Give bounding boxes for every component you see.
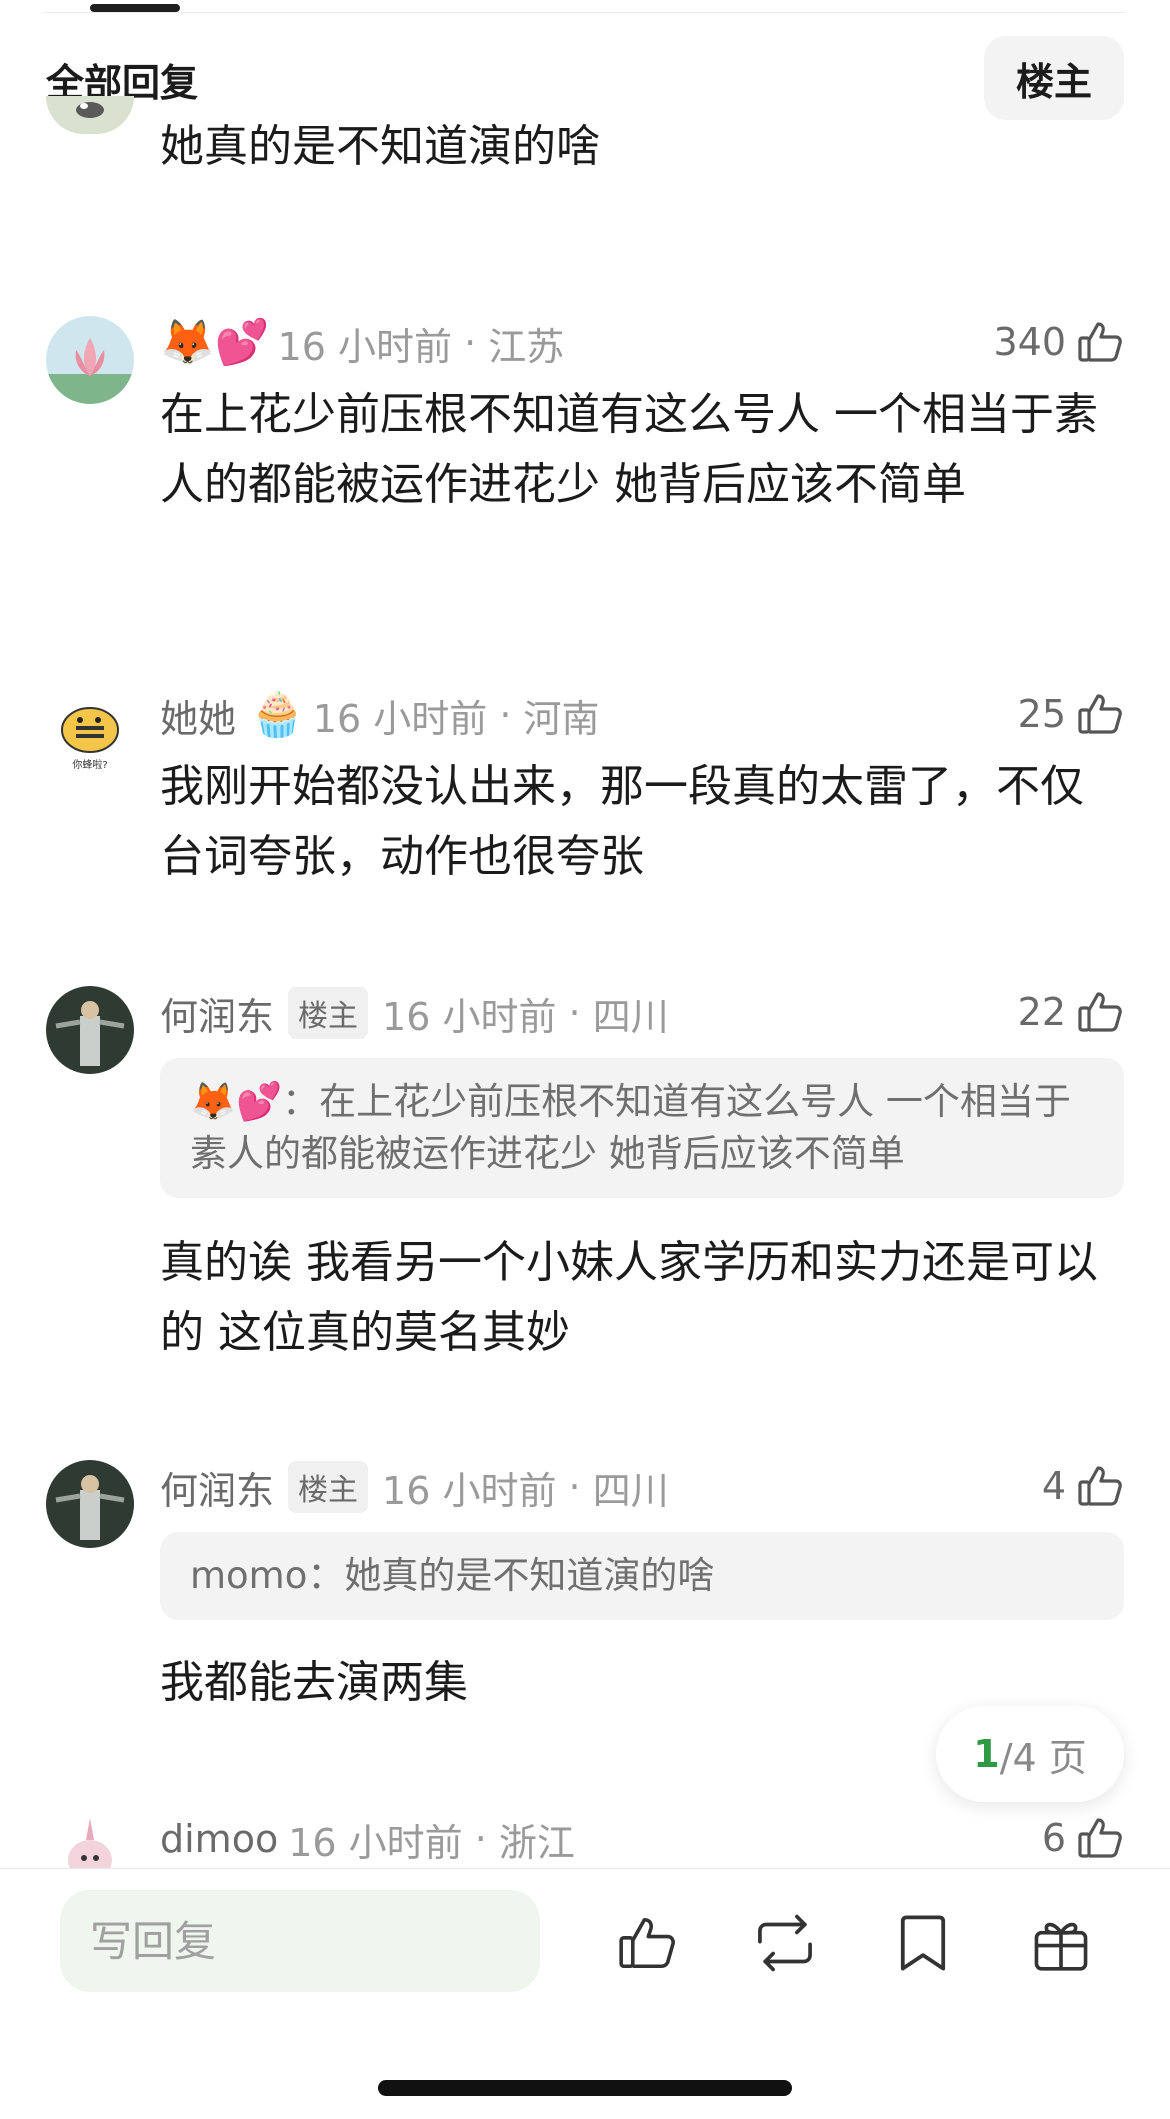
owner-badge: 楼主 — [288, 987, 369, 1039]
comment-text: 在上花少前压根不知道有这么号人 一个相当于素人的都能被运作进花少 她背后应该不简… — [160, 389, 1098, 510]
quoted-username: momo： — [190, 1554, 345, 1597]
bookmark-icon — [900, 1915, 946, 1971]
quoted-reply[interactable]: 🦊💕：在上花少前压根不知道有这么号人 一个相当于素人的都能被运作进花少 她背后应… — [160, 1058, 1124, 1198]
reply-input[interactable] — [60, 1890, 540, 1992]
username[interactable]: 何润东 — [160, 1460, 274, 1515]
comment-text: 我刚开始都没认出来，那一段真的太雷了，不仅台词夸张，动作也很夸张 — [160, 761, 1084, 882]
tab-indicator — [90, 4, 180, 12]
repost-icon — [758, 1914, 812, 1972]
avatar[interactable] — [46, 1460, 134, 1548]
like-count: 340 — [993, 320, 1066, 364]
thumbs-up-icon — [1078, 1818, 1122, 1858]
avatar[interactable] — [46, 1810, 134, 1868]
bookmark-button[interactable] — [888, 1908, 958, 1978]
owner-only-filter-button[interactable]: 楼主 — [984, 36, 1124, 120]
user-emoji: 🧁 — [250, 689, 305, 740]
comment-text: 她真的是不知道演的啥 — [160, 121, 600, 172]
comment-location: 江苏 — [488, 324, 565, 369]
avatar[interactable] — [46, 316, 134, 404]
top-divider — [44, 12, 1126, 13]
comment-location: 四川 — [592, 1468, 669, 1513]
comment-header: 何润东 楼主 16 小时前 · 四川 — [160, 986, 669, 1041]
like-count: 25 — [1017, 692, 1066, 736]
thumbs-up-icon — [1078, 992, 1122, 1032]
avatar[interactable] — [46, 986, 134, 1074]
thumbs-up-icon — [619, 1917, 675, 1969]
username[interactable]: dimoo — [160, 1817, 278, 1861]
comment-header: 🦊💕 16 小时前 · 江苏 — [160, 317, 565, 369]
like-button[interactable]: 6 — [1042, 1808, 1124, 1868]
total-pages: /4 页 — [999, 1735, 1087, 1780]
svg-text:你蜂啦?: 你蜂啦? — [72, 758, 107, 771]
owner-badge: 楼主 — [288, 1461, 369, 1513]
quoted-text: 她真的是不知道演的啥 — [344, 1554, 715, 1597]
avatar[interactable]: 你蜂啦? — [46, 688, 134, 776]
pagination-indicator[interactable]: 1/4 页 — [936, 1706, 1124, 1802]
comment-header: dimoo 16 小时前 · 浙江 — [160, 1814, 575, 1865]
gift-button[interactable] — [1026, 1908, 1096, 1978]
comment-time: 16 小时前 — [382, 1468, 557, 1513]
user-emoji-name[interactable]: 🦊💕 — [160, 321, 270, 365]
comment-location: 河南 — [523, 696, 600, 741]
gift-icon — [1034, 1922, 1088, 1971]
home-indicator — [378, 2080, 792, 2096]
like-button[interactable]: 340 — [993, 312, 1124, 372]
thumbs-up-icon — [1078, 322, 1122, 362]
comment-location: 浙江 — [498, 1820, 575, 1865]
comment-location: 四川 — [592, 994, 669, 1039]
comment-time: 16 小时前 — [277, 324, 453, 369]
comment-text: 真的诶 我看另一个小妹人家学历和实力还是可以的 这位真的莫名其妙 — [160, 1237, 1098, 1358]
comment-time: 16 小时前 — [382, 994, 557, 1039]
repost-button[interactable] — [750, 1908, 820, 1978]
like-count: 22 — [1017, 990, 1066, 1034]
comment-header: 她她 🧁 16 小时前 · 河南 — [160, 688, 600, 743]
quoted-username: 🦊💕： — [190, 1080, 320, 1123]
like-button[interactable]: 22 — [1018, 982, 1124, 1042]
like-button[interactable]: 4 — [1042, 1456, 1124, 1516]
thumbs-up-icon — [1078, 694, 1122, 734]
comment-text: 我都能去演两集 — [160, 1657, 468, 1708]
like-count: 6 — [1041, 1816, 1066, 1860]
comment-header: 何润东 楼主 16 小时前 · 四川 — [160, 1460, 669, 1515]
avatar[interactable] — [46, 96, 134, 134]
like-post-button[interactable] — [612, 1908, 682, 1978]
quoted-reply[interactable]: momo：她真的是不知道演的啥 — [160, 1532, 1124, 1620]
current-page: 1 — [973, 1732, 1000, 1776]
like-count: 4 — [1041, 1464, 1066, 1508]
comment-time: 16 小时前 — [312, 696, 488, 741]
thumbs-up-icon — [1078, 1466, 1122, 1506]
username[interactable]: 她她 — [160, 688, 236, 743]
like-button[interactable]: 25 — [1018, 684, 1124, 744]
quoted-text: 在上花少前压根不知道有这么号人 一个相当于素人的都能被运作进花少 她背后应该不简… — [190, 1080, 1071, 1175]
username[interactable]: 何润东 — [160, 986, 274, 1041]
comment-time: 16 小时前 — [288, 1820, 463, 1865]
